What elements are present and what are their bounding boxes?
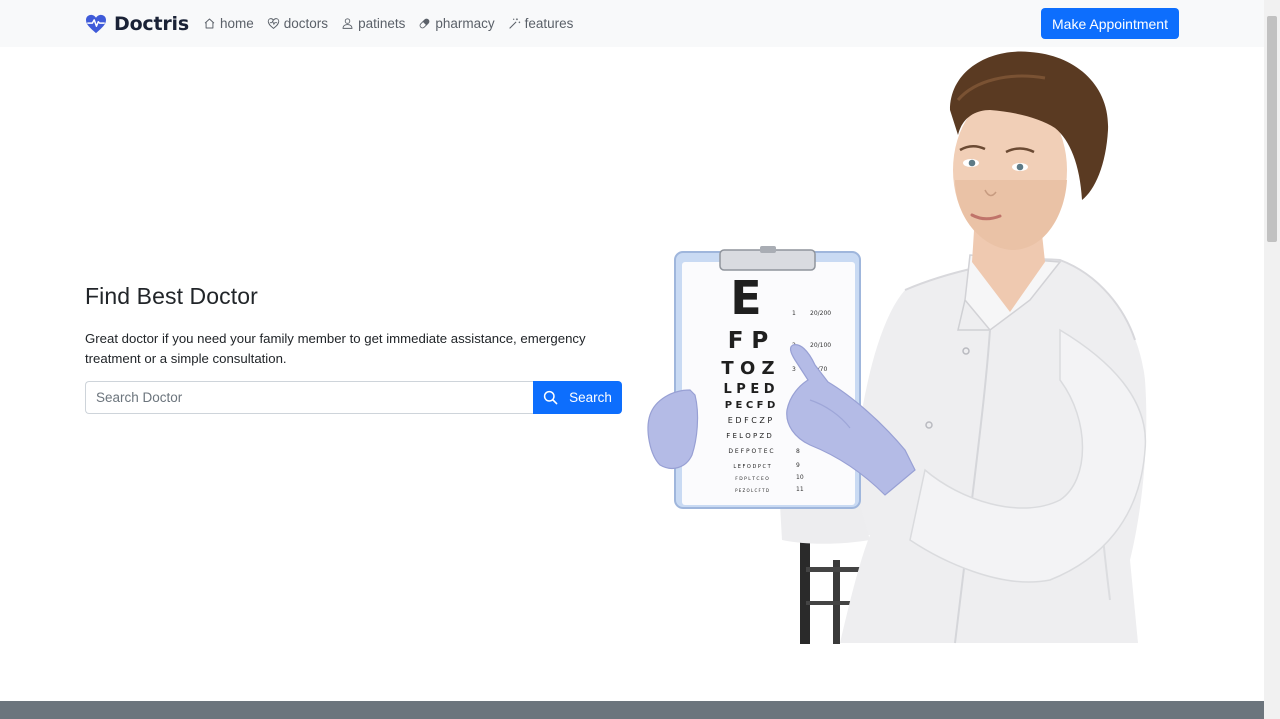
eye-chart-rownum-10: 10 [796, 474, 804, 481]
heart-pulse-logo-icon [86, 14, 106, 34]
search-icon [543, 390, 558, 405]
user-icon [342, 18, 353, 29]
eye-chart-rownum-1: 1 [792, 310, 796, 317]
nav-item-features-label: features [524, 16, 574, 31]
nav-item-patinets-label: patinets [358, 16, 406, 31]
eye-chart-row-9: L E F O D P C T [733, 464, 771, 470]
eye-chart-rownum-11: 11 [796, 486, 804, 493]
make-appointment-button[interactable]: Make Appointment [1041, 8, 1179, 39]
hero-description: Great doctor if you need your family mem… [85, 331, 586, 366]
page-scrollbar[interactable] [1264, 0, 1280, 719]
eye-chart-ratio-2: 20/100 [810, 342, 831, 349]
search-button-label: Search [569, 390, 612, 405]
eye-chart-row-10: F D P L T C E O [735, 476, 769, 482]
magic-wand-icon [508, 18, 520, 29]
eye-chart-row-8: D E F P O T E C [728, 448, 773, 455]
eye-chart-rownum-3: 3 [792, 366, 796, 373]
nav-item-doctors-label: doctors [283, 16, 329, 31]
brand-name: Doctris [114, 13, 189, 35]
doctor-with-eye-chart-illustration: E F P T O Z L P E D P E C F D E D F C Z … [647, 51, 1147, 644]
eye-chart-row-2: F P [728, 328, 769, 354]
nav-item-patinets[interactable]: patinets [341, 15, 405, 32]
hero-title: Find Best Doctor [85, 283, 258, 309]
brand-logo[interactable]: Doctris [85, 12, 189, 36]
search-doctor-input[interactable] [85, 381, 533, 414]
scrollbar-thumb[interactable] [1267, 16, 1277, 242]
eye-chart-rownum-8: 8 [796, 448, 800, 455]
eye-chart-row-7: F E L O P Z D [726, 432, 772, 440]
eye-chart-row-4: L P E D [723, 382, 774, 397]
eye-chart-ratio-1: 20/200 [810, 310, 831, 317]
navbar: Doctris home doctors patinets pharmacy f… [0, 0, 1264, 47]
home-icon [204, 18, 215, 29]
eye-chart-row-5: P E C F D [725, 400, 776, 411]
eye-chart-row-1: E [730, 271, 761, 325]
nav-item-pharmacy-label: pharmacy [435, 16, 495, 31]
capsule-icon [419, 18, 430, 29]
eye-chart-row-3: T O Z [721, 358, 774, 379]
main-nav: home doctors patinets pharmacy features [203, 15, 573, 32]
footer-band [0, 701, 1264, 719]
nav-item-doctors[interactable]: doctors [267, 15, 328, 32]
nav-item-pharmacy[interactable]: pharmacy [418, 15, 495, 32]
nav-item-home[interactable]: home [203, 15, 254, 32]
heart-pulse-icon [267, 18, 280, 29]
doctor-search-form: Search [85, 381, 622, 414]
nav-item-features[interactable]: features [508, 15, 574, 32]
search-button[interactable]: Search [533, 381, 622, 414]
eye-chart-rownum-9: 9 [796, 462, 800, 469]
eye-chart-clipboard: E F P T O Z L P E D P E C F D E D F C Z … [674, 246, 861, 509]
eye-chart-row-6: E D F C Z P [728, 416, 773, 425]
nav-item-home-label: home [220, 16, 254, 31]
eye-chart-row-11: P E Z O L C F T D [735, 488, 769, 493]
